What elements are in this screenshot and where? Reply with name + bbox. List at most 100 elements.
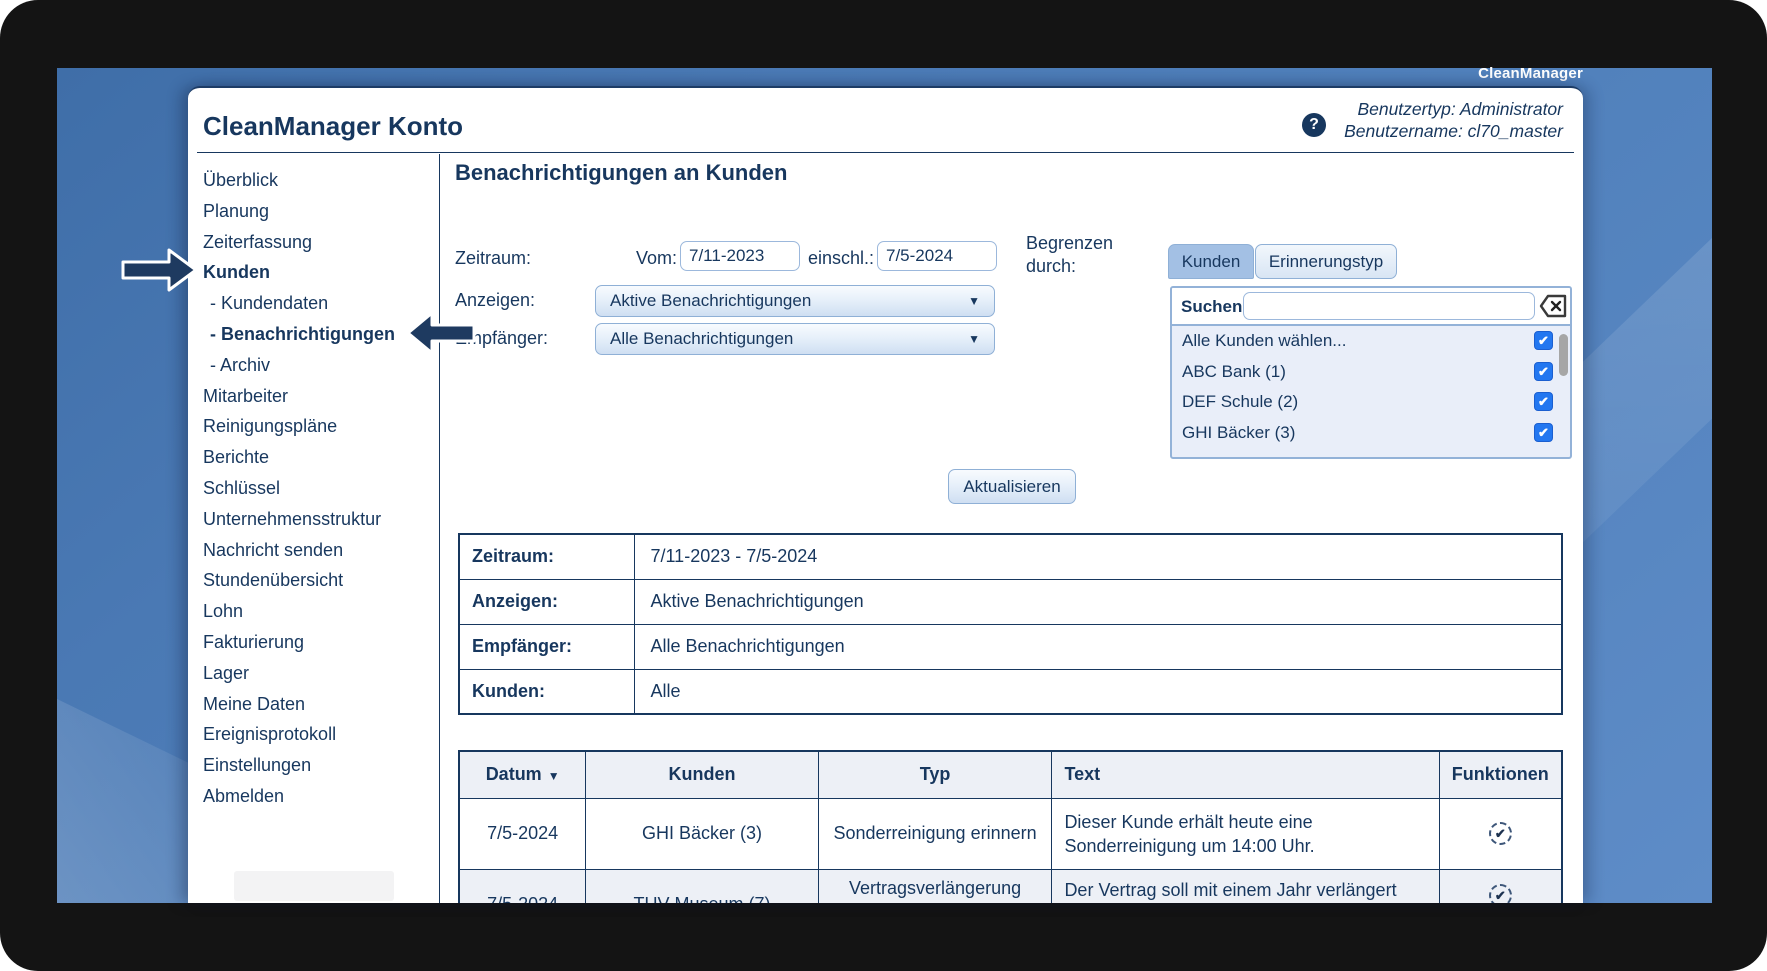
column-header-typ[interactable]: Typ <box>817 750 1053 799</box>
tab-erinnerungstyp[interactable]: Erinnerungstyp <box>1255 244 1397 279</box>
sidebar-item-ereignisprotokoll[interactable]: Ereignisprotokoll <box>203 719 433 750</box>
user-name-label: Benutzername: cl70_master <box>1344 121 1563 141</box>
sidebar-item-ueberblick[interactable]: Überblick <box>203 165 433 196</box>
user-type-label: Benutzertyp: Administrator <box>1357 99 1563 119</box>
begrenzen-label: Begrenzen durch: <box>1026 233 1114 276</box>
tab-kunden[interactable]: Kunden <box>1168 244 1254 279</box>
cell-datum: 7/5-2024 <box>458 797 587 870</box>
clear-search-icon[interactable] <box>1539 294 1567 318</box>
search-row: Suchen: <box>1172 288 1570 326</box>
cell-kunden: TUV Museum (7) <box>585 868 819 903</box>
summary-label: Empfänger: <box>458 623 635 670</box>
sidebar-item-nachricht-senden[interactable]: Nachricht senden <box>203 535 433 566</box>
summary-label: Kunden: <box>458 668 635 715</box>
list-scrollbar[interactable] <box>1559 328 1568 455</box>
sidebar-item-benachrichtigungen[interactable]: - Benachrichtigungen <box>203 319 433 350</box>
sidebar-item-fakturierung[interactable]: Fakturierung <box>203 627 433 658</box>
sidebar-item-zeiterfassung[interactable]: Zeiterfassung <box>203 227 433 258</box>
summary-row: Kunden: Alle <box>458 668 1563 715</box>
anzeigen-label: Anzeigen: <box>455 290 536 310</box>
list-item-customer[interactable]: GHI Bäcker (3) ✔ <box>1172 418 1570 449</box>
sidebar-item-kundendaten[interactable]: - Kundendaten <box>203 288 433 319</box>
zeitraum-label: Zeitraum: <box>455 248 532 268</box>
chevron-down-icon: ▼ <box>968 294 980 308</box>
filter-summary-table: Zeitraum: 7/11-2023 - 7/5-2024 Anzeigen:… <box>458 533 1563 715</box>
cell-kunden: GHI Bäcker (3) <box>585 797 819 870</box>
header-divider <box>197 152 1574 153</box>
sidebar-item-meine-daten[interactable]: Meine Daten <box>203 689 433 720</box>
anzeigen-dropdown[interactable]: Aktive Benachrichtigungen ▼ <box>595 285 995 317</box>
cell-text: Dieser Kunde erhält heute eine Sonderrei… <box>1051 797 1440 870</box>
summary-row: Zeitraum: 7/11-2023 - 7/5-2024 <box>458 533 1563 580</box>
chevron-down-icon: ▼ <box>968 332 980 346</box>
sidebar-item-archiv[interactable]: - Archiv <box>203 350 433 381</box>
empfaenger-dropdown[interactable]: Alle Benachrichtigungen ▼ <box>595 323 995 355</box>
notifications-table: Datum ▼ Kunden Typ Text Funktionen 7/5-20… <box>458 750 1563 903</box>
cell-funktionen: ✔ <box>1438 797 1563 870</box>
table-row: 7/5-2024 GHI Bäcker (3) Sonderreinigung … <box>458 797 1563 870</box>
completed-check-icon[interactable]: ✔ <box>1488 822 1512 845</box>
sidebar-item-stundenuebersicht[interactable]: Stundenübersicht <box>203 565 433 596</box>
summary-label: Anzeigen: <box>458 578 635 625</box>
desktop-brand-label: CleanManager <box>1478 65 1583 82</box>
aktualisieren-button-label: Aktualisieren <box>963 476 1061 496</box>
list-item-select-all[interactable]: Alle Kunden wählen... ✔ <box>1172 326 1570 357</box>
cell-typ: Sonderreinigung erinnern <box>817 797 1053 870</box>
sidebar-item-abmelden[interactable]: Abmelden <box>203 781 433 812</box>
einschl-label: einschl.: <box>808 248 875 268</box>
help-glyph: ? <box>1309 116 1319 133</box>
scroll-remnant <box>234 871 394 901</box>
column-header-kunden[interactable]: Kunden <box>585 750 819 799</box>
einschl-date-input[interactable] <box>877 241 997 271</box>
tab-erinnerungstyp-label: Erinnerungstyp <box>1268 251 1384 271</box>
scrollbar-thumb[interactable] <box>1559 334 1568 376</box>
cell-text: Der Vertrag soll mit einem Jahr verlänge… <box>1051 868 1440 903</box>
sidebar-item-planung[interactable]: Planung <box>203 196 433 227</box>
table-row: 7/5-2024 TUV Museum (7) Vertragsverlänge… <box>458 868 1563 903</box>
sidebar-item-einstellungen[interactable]: Einstellungen <box>203 750 433 781</box>
summary-value: Aktive Benachrichtigungen <box>633 578 1563 625</box>
sidebar-divider <box>439 154 441 903</box>
customer-checkbox[interactable]: ✔ <box>1534 331 1553 350</box>
aktualisieren-button[interactable]: Aktualisieren <box>948 469 1076 504</box>
sidebar-item-lohn[interactable]: Lohn <box>203 596 433 627</box>
customer-filter-panel: Suchen: Alle Kunden wählen... ✔ ABC Bank <box>1170 286 1572 459</box>
vom-label: Vom: <box>636 248 678 268</box>
customer-checkbox[interactable]: ✔ <box>1534 361 1553 381</box>
customer-label: Alle Kunden wählen... <box>1182 331 1347 350</box>
cell-funktionen: ✔ <box>1438 868 1563 903</box>
help-icon[interactable]: ? <box>1302 113 1326 137</box>
sidebar-item-berichte[interactable]: Berichte <box>203 442 433 473</box>
summary-row: Anzeigen: Aktive Benachrichtigungen <box>458 578 1563 625</box>
column-header-text[interactable]: Text <box>1051 750 1440 799</box>
summary-value: 7/11-2023 - 7/5-2024 <box>633 533 1563 580</box>
sidebar-item-reinigungsplaene[interactable]: Reinigungspläne <box>203 411 433 442</box>
sidebar-nav: Überblick Planung Zeiterfassung Kunden -… <box>203 165 433 812</box>
sidebar-item-kunden[interactable]: Kunden <box>203 257 433 288</box>
customer-label: ABC Bank (1) <box>1182 361 1286 381</box>
page-title: Benachrichtigungen an Kunden <box>455 160 788 185</box>
table-header-row: Datum ▼ Kunden Typ Text Funktionen <box>458 750 1563 799</box>
cell-typ: Vertragsverlängerung <box>817 868 1053 903</box>
app-title: CleanManager Konto <box>203 111 464 141</box>
list-item-customer[interactable]: DEF Schule (2) ✔ <box>1172 387 1570 418</box>
sidebar-item-unternehmensstruktur[interactable]: Unternehmensstruktur <box>203 504 433 535</box>
sidebar-item-schluessel[interactable]: Schlüssel <box>203 473 433 504</box>
customer-label: DEF Schule (2) <box>1182 392 1299 412</box>
empfaenger-dropdown-value: Alle Benachrichtigungen <box>610 329 794 348</box>
column-header-datum[interactable]: Datum ▼ <box>458 750 587 799</box>
vom-date-input[interactable] <box>680 241 800 271</box>
customer-label: GHI Bäcker (3) <box>1182 423 1296 443</box>
user-info: Benutzertyp: Administrator Benutzername:… <box>1344 98 1563 142</box>
completed-check-icon[interactable]: ✔ <box>1488 883 1512 903</box>
screenshot-canvas: CleanManager CleanManager Konto ? Benutz… <box>0 0 1767 971</box>
customer-checkbox[interactable]: ✔ <box>1534 392 1553 412</box>
customer-checkbox[interactable]: ✔ <box>1534 423 1553 443</box>
search-input[interactable] <box>1243 292 1535 320</box>
summary-value: Alle <box>633 668 1563 715</box>
sidebar-item-mitarbeiter[interactable]: Mitarbeiter <box>203 381 433 412</box>
summary-label: Zeitraum: <box>458 533 635 580</box>
sidebar-item-lager[interactable]: Lager <box>203 658 433 689</box>
column-header-funktionen: Funktionen <box>1438 750 1563 799</box>
list-item-customer[interactable]: ABC Bank (1) ✔ <box>1172 357 1570 388</box>
